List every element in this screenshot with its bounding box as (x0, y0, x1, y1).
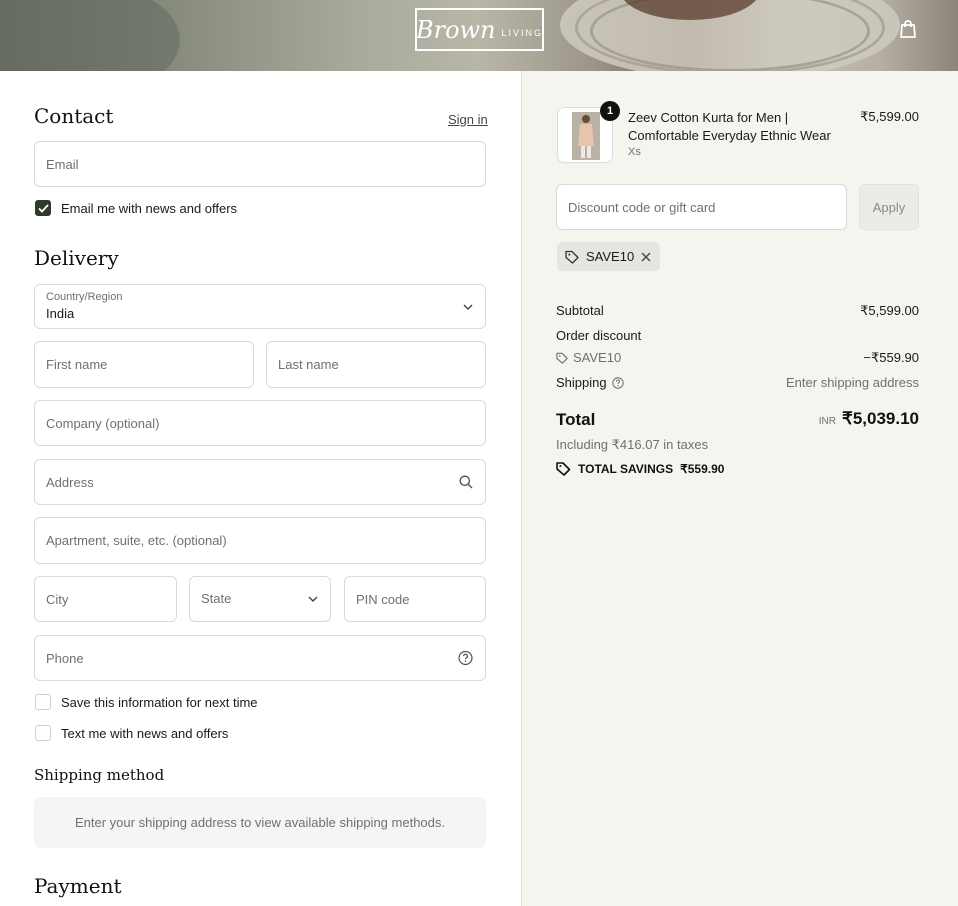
company-placeholder: Company (optional) (46, 415, 160, 431)
help-icon[interactable] (611, 376, 624, 389)
save-info-label: Save this information for next time (61, 694, 258, 710)
city-placeholder: City (46, 591, 69, 607)
currency-code: INR (818, 416, 836, 427)
apartment-field[interactable]: Apartment, suite, etc. (optional) (34, 517, 486, 564)
city-field[interactable]: City (34, 576, 177, 622)
tag-icon (556, 352, 568, 364)
delivery-heading: Delivery (34, 246, 119, 270)
sign-in-link[interactable]: Sign in (448, 112, 488, 127)
apartment-placeholder: Apartment, suite, etc. (optional) (46, 533, 227, 548)
contact-heading: Contact (34, 104, 114, 128)
shipping-label: Shipping (556, 375, 607, 390)
discount-code-field[interactable]: Discount code or gift card (556, 184, 847, 230)
text-news-option[interactable]: Text me with news and offers (35, 725, 228, 741)
total-savings: TOTAL SAVINGS ₹559.90 (556, 461, 724, 476)
save-info-option[interactable]: Save this information for next time (35, 694, 258, 710)
quantity-badge: 1 (600, 101, 620, 121)
savings-value: ₹559.90 (680, 461, 725, 476)
pin-code-placeholder: PIN code (356, 591, 410, 607)
header-banner: Brown LIVING (0, 0, 958, 71)
text-news-checkbox[interactable] (35, 725, 51, 741)
email-news-checkbox[interactable] (35, 200, 51, 216)
product-variant: Xs (628, 146, 641, 158)
total-label: Total (556, 410, 596, 429)
text-news-label: Text me with news and offers (61, 725, 229, 741)
shipping-method-heading: Shipping method (34, 766, 165, 784)
country-value: India (46, 306, 75, 321)
checkmark-icon (37, 203, 49, 213)
chevron-down-icon (463, 304, 473, 310)
product-name: Zeev Cotton Kurta for Men | Comfortable … (628, 110, 831, 143)
search-icon[interactable] (459, 475, 473, 489)
taxes-note: Including ₹416.07 in taxes (556, 437, 709, 452)
pin-code-field[interactable]: PIN code (344, 576, 486, 622)
phone-placeholder: Phone (46, 650, 84, 666)
savings-tag-icon (556, 462, 571, 476)
discount-code-row: SAVE10 (556, 350, 621, 365)
shipping-row: Shipping (556, 375, 624, 390)
address-field[interactable]: Address (34, 459, 486, 505)
banner-shade (0, 0, 180, 71)
phone-field[interactable]: Phone (34, 635, 486, 681)
total-amount: INR ₹5,039.10 (780, 409, 919, 429)
help-icon[interactable] (458, 650, 473, 666)
email-news-option[interactable]: Email me with news and offers (35, 200, 237, 216)
tag-icon (565, 250, 579, 264)
brand-name: Brown (415, 15, 496, 44)
state-placeholder: State (201, 591, 232, 606)
shipping-value: Enter shipping address (786, 375, 919, 390)
applied-discount-code: SAVE10 (586, 249, 635, 264)
company-field[interactable]: Company (optional) (34, 400, 486, 446)
last-name-field[interactable]: Last name (266, 341, 486, 388)
country-label: Country/Region (46, 291, 123, 303)
total-value: ₹5,039.10 (842, 409, 919, 428)
product-price: ₹5,599.00 (860, 109, 919, 124)
applied-discount-chip: SAVE10 (557, 242, 660, 271)
apply-button[interactable]: Apply (859, 184, 919, 230)
email-placeholder: Email (46, 156, 79, 172)
discount-code-label: SAVE10 (573, 350, 622, 365)
last-name-placeholder: Last name (278, 357, 339, 372)
savings-label: TOTAL SAVINGS (578, 461, 674, 476)
address-placeholder: Address (46, 474, 94, 490)
email-field[interactable]: Email (34, 141, 486, 187)
subtotal-label: Subtotal (556, 303, 604, 318)
first-name-placeholder: First name (46, 357, 108, 372)
product-image (572, 112, 600, 160)
brand-sub: LIVING (501, 27, 544, 38)
shipping-method-message: Enter your shipping address to view avai… (75, 815, 445, 830)
shopping-bag-icon[interactable] (899, 19, 917, 39)
chevron-down-icon (308, 596, 318, 602)
close-icon[interactable] (641, 252, 651, 262)
save-info-checkbox[interactable] (35, 694, 51, 710)
order-discount-label: Order discount (556, 328, 642, 343)
discount-code-placeholder: Discount code or gift card (568, 199, 716, 215)
brand-logo[interactable]: Brown LIVING (415, 8, 544, 51)
first-name-field[interactable]: First name (34, 341, 254, 388)
country-select[interactable]: Country/Region India (34, 284, 486, 329)
discount-value: −₹559.90 (863, 350, 919, 365)
shipping-method-notice: Enter your shipping address to view avai… (34, 797, 486, 848)
state-select[interactable]: State (189, 576, 331, 622)
email-news-label: Email me with news and offers (61, 200, 238, 216)
subtotal-value: ₹5,599.00 (860, 303, 919, 318)
payment-heading: Payment (34, 874, 122, 898)
